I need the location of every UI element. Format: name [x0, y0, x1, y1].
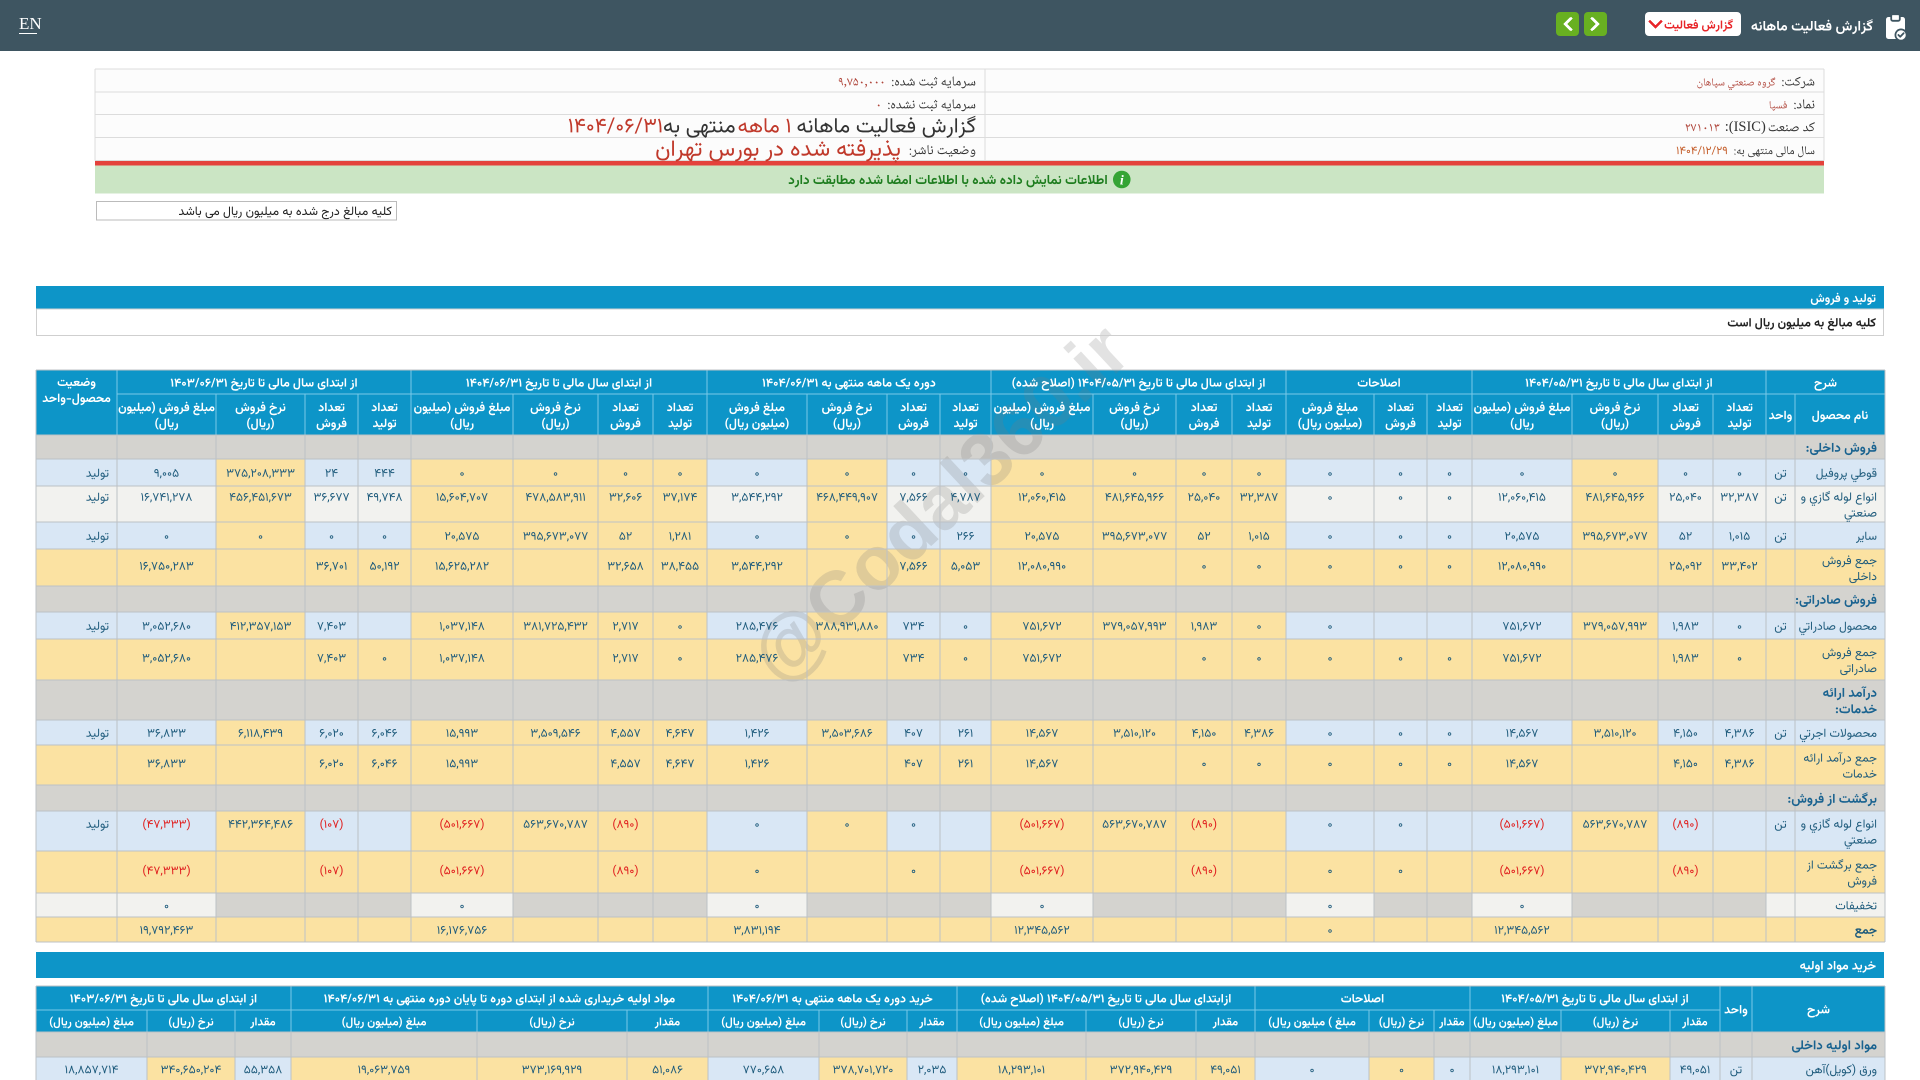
svg-text:i: i [1120, 173, 1124, 188]
svg-text::(ISIC): :(ISIC) [1725, 119, 1766, 135]
svg-text:EN: EN [19, 14, 42, 33]
